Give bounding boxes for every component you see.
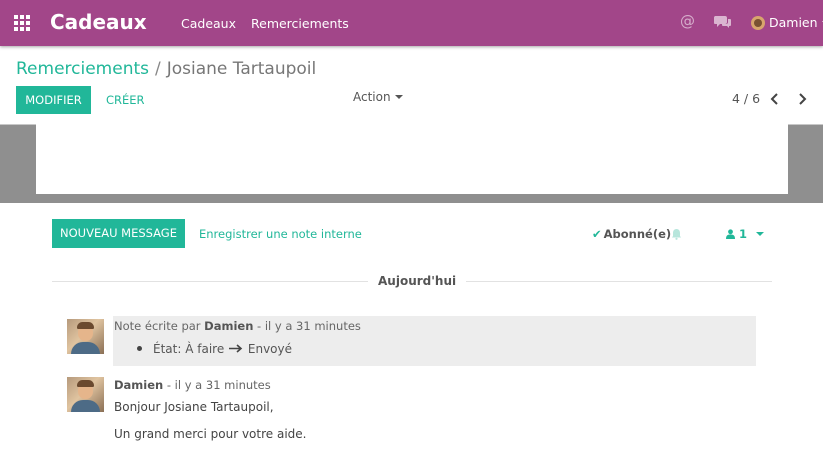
action-dropdown[interactable]: Action xyxy=(353,90,403,104)
next-record-icon[interactable] xyxy=(795,92,809,106)
user-icon xyxy=(726,229,735,239)
log-note-button[interactable]: Enregistrer une note interne xyxy=(199,227,362,241)
follow-button[interactable]: ✔ Abonné(e) xyxy=(592,227,671,241)
mentions-icon[interactable]: @ xyxy=(680,12,695,30)
day-separator-label: Aujourd'hui xyxy=(368,274,467,288)
message-body-line: Un grand merci pour votre aide. xyxy=(114,427,307,441)
chevron-down-icon xyxy=(756,232,765,236)
message-date: - il y a 31 minutes xyxy=(257,319,361,333)
message-author[interactable]: Damien xyxy=(114,378,163,392)
tracking-value: État: À faire Envoyé xyxy=(137,342,292,356)
user-menu[interactable]: Damien xyxy=(751,15,823,30)
create-button[interactable]: CRÉER xyxy=(106,86,145,114)
followers-count: 1 xyxy=(739,227,748,241)
breadcrumb-separator: / xyxy=(155,59,161,79)
message-header: Note écrite par Damien - il y a 31 minut… xyxy=(114,319,361,333)
arrow-right-icon xyxy=(229,344,243,353)
user-name: Damien xyxy=(769,15,818,30)
message-body-line: Bonjour Josiane Tartaupoil, xyxy=(114,400,274,414)
message-date: - il y a 31 minutes xyxy=(166,378,271,392)
breadcrumb: Remerciements / Josiane Tartaupoil xyxy=(16,59,316,79)
form-sheet xyxy=(36,124,788,194)
follow-status: Abonné(e) xyxy=(603,227,672,241)
note-prefix: Note écrite par xyxy=(114,319,201,333)
avatar[interactable] xyxy=(67,377,104,412)
check-icon: ✔ xyxy=(592,227,602,241)
message-header: Damien - il y a 31 minutes xyxy=(114,378,271,392)
breadcrumb-current: Josiane Tartaupoil xyxy=(166,59,317,79)
bullet-icon xyxy=(137,346,142,351)
top-navbar: Cadeaux Cadeaux Remerciements @ Damien xyxy=(0,0,823,46)
followers-dropdown[interactable]: 1 xyxy=(726,227,765,241)
app-title[interactable]: Cadeaux xyxy=(50,10,147,34)
message-author[interactable]: Damien xyxy=(204,319,253,333)
edit-button[interactable]: MODIFIER xyxy=(16,86,91,114)
caret-down-icon xyxy=(394,95,403,99)
avatar[interactable] xyxy=(67,319,104,354)
pager-value[interactable]: 4 / 6 xyxy=(732,91,760,106)
new-message-button[interactable]: NOUVEAU MESSAGE xyxy=(52,219,185,248)
previous-record-icon[interactable] xyxy=(768,92,782,106)
tracking-field: État: xyxy=(153,342,182,356)
menu-remerciements[interactable]: Remerciements xyxy=(251,16,349,31)
bell-icon[interactable] xyxy=(671,228,682,240)
user-avatar xyxy=(751,16,765,30)
tracking-new-value: Envoyé xyxy=(247,342,292,356)
action-label: Action xyxy=(353,90,391,104)
menu-cadeaux[interactable]: Cadeaux xyxy=(181,16,236,31)
breadcrumb-parent[interactable]: Remerciements xyxy=(16,59,149,79)
chat-icon[interactable] xyxy=(714,15,732,29)
tracking-old-value: À faire xyxy=(185,342,225,356)
apps-menu-icon[interactable] xyxy=(14,15,30,31)
